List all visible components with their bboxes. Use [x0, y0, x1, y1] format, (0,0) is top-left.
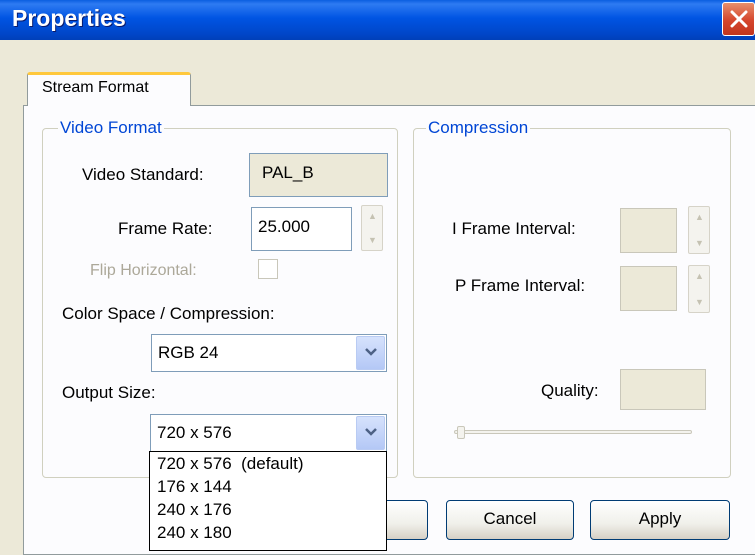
flip-horizontal-label: Flip Horizontal:: [90, 262, 197, 279]
cancel-button[interactable]: Cancel: [446, 500, 574, 540]
dropdown-option[interactable]: 240 x 176: [150, 498, 386, 521]
dropdown-option[interactable]: 240 x 180: [150, 521, 386, 544]
spin-up-icon: ▲: [695, 212, 704, 222]
video-standard-label: Video Standard:: [82, 165, 204, 184]
close-icon: [730, 10, 748, 28]
output-size-dropdown-list[interactable]: 720 x 576 (default) 176 x 144 240 x 176 …: [149, 451, 387, 551]
frame-rate-input[interactable]: 25.000: [251, 207, 352, 251]
color-space-select[interactable]: RGB 24: [151, 334, 387, 372]
i-frame-interval-label: I Frame Interval:: [452, 219, 576, 238]
video-format-legend: Video Format: [58, 118, 164, 138]
window-title: Properties: [12, 5, 126, 31]
quality-slider-track[interactable]: [454, 430, 692, 434]
video-standard-value: PAL_B: [262, 163, 314, 182]
color-space-dropdown-button[interactable]: [356, 336, 385, 370]
spin-down-icon: ▼: [695, 297, 704, 307]
i-frame-interval-input[interactable]: [620, 208, 677, 253]
chevron-down-icon: [365, 348, 377, 356]
compression-legend: Compression: [426, 118, 531, 138]
quality-slider-thumb[interactable]: [457, 426, 465, 439]
video-standard-field: PAL_B: [249, 153, 388, 197]
apply-button[interactable]: Apply: [590, 500, 730, 540]
i-frame-interval-spinner[interactable]: ▲ ▼: [688, 206, 710, 254]
frame-rate-spinner[interactable]: ▲ ▼: [361, 205, 383, 251]
spin-down-icon: ▼: [368, 235, 377, 245]
output-size-value: 720 x 576: [157, 423, 232, 442]
tab-label: Stream Format: [42, 79, 149, 96]
output-size-dropdown-button[interactable]: [356, 416, 385, 450]
quality-input[interactable]: [620, 369, 706, 410]
p-frame-interval-input[interactable]: [620, 266, 677, 311]
spin-up-icon: ▲: [695, 271, 704, 281]
p-frame-interval-spinner[interactable]: ▲ ▼: [688, 265, 710, 313]
chevron-down-icon: [365, 428, 377, 436]
cancel-button-label: Cancel: [483, 509, 537, 528]
close-button[interactable]: [722, 2, 755, 36]
color-space-value: RGB 24: [158, 343, 219, 362]
tab-stream-format[interactable]: Stream Format: [27, 72, 191, 106]
frame-rate-value: 25.000: [258, 217, 310, 236]
color-space-label: Color Space / Compression:: [62, 304, 275, 323]
flip-horizontal-checkbox[interactable]: [258, 259, 278, 279]
dropdown-option[interactable]: 720 x 576 (default): [150, 452, 386, 475]
dropdown-option[interactable]: 176 x 144: [150, 475, 386, 498]
spin-down-icon: ▼: [695, 238, 704, 248]
output-size-label: Output Size:: [62, 383, 156, 402]
apply-button-label: Apply: [638, 509, 682, 528]
spin-up-icon: ▲: [368, 211, 377, 221]
output-size-select[interactable]: 720 x 576: [150, 414, 387, 452]
quality-label: Quality:: [541, 381, 599, 400]
p-frame-interval-label: P Frame Interval:: [455, 276, 586, 295]
frame-rate-label: Frame Rate:: [118, 219, 213, 238]
